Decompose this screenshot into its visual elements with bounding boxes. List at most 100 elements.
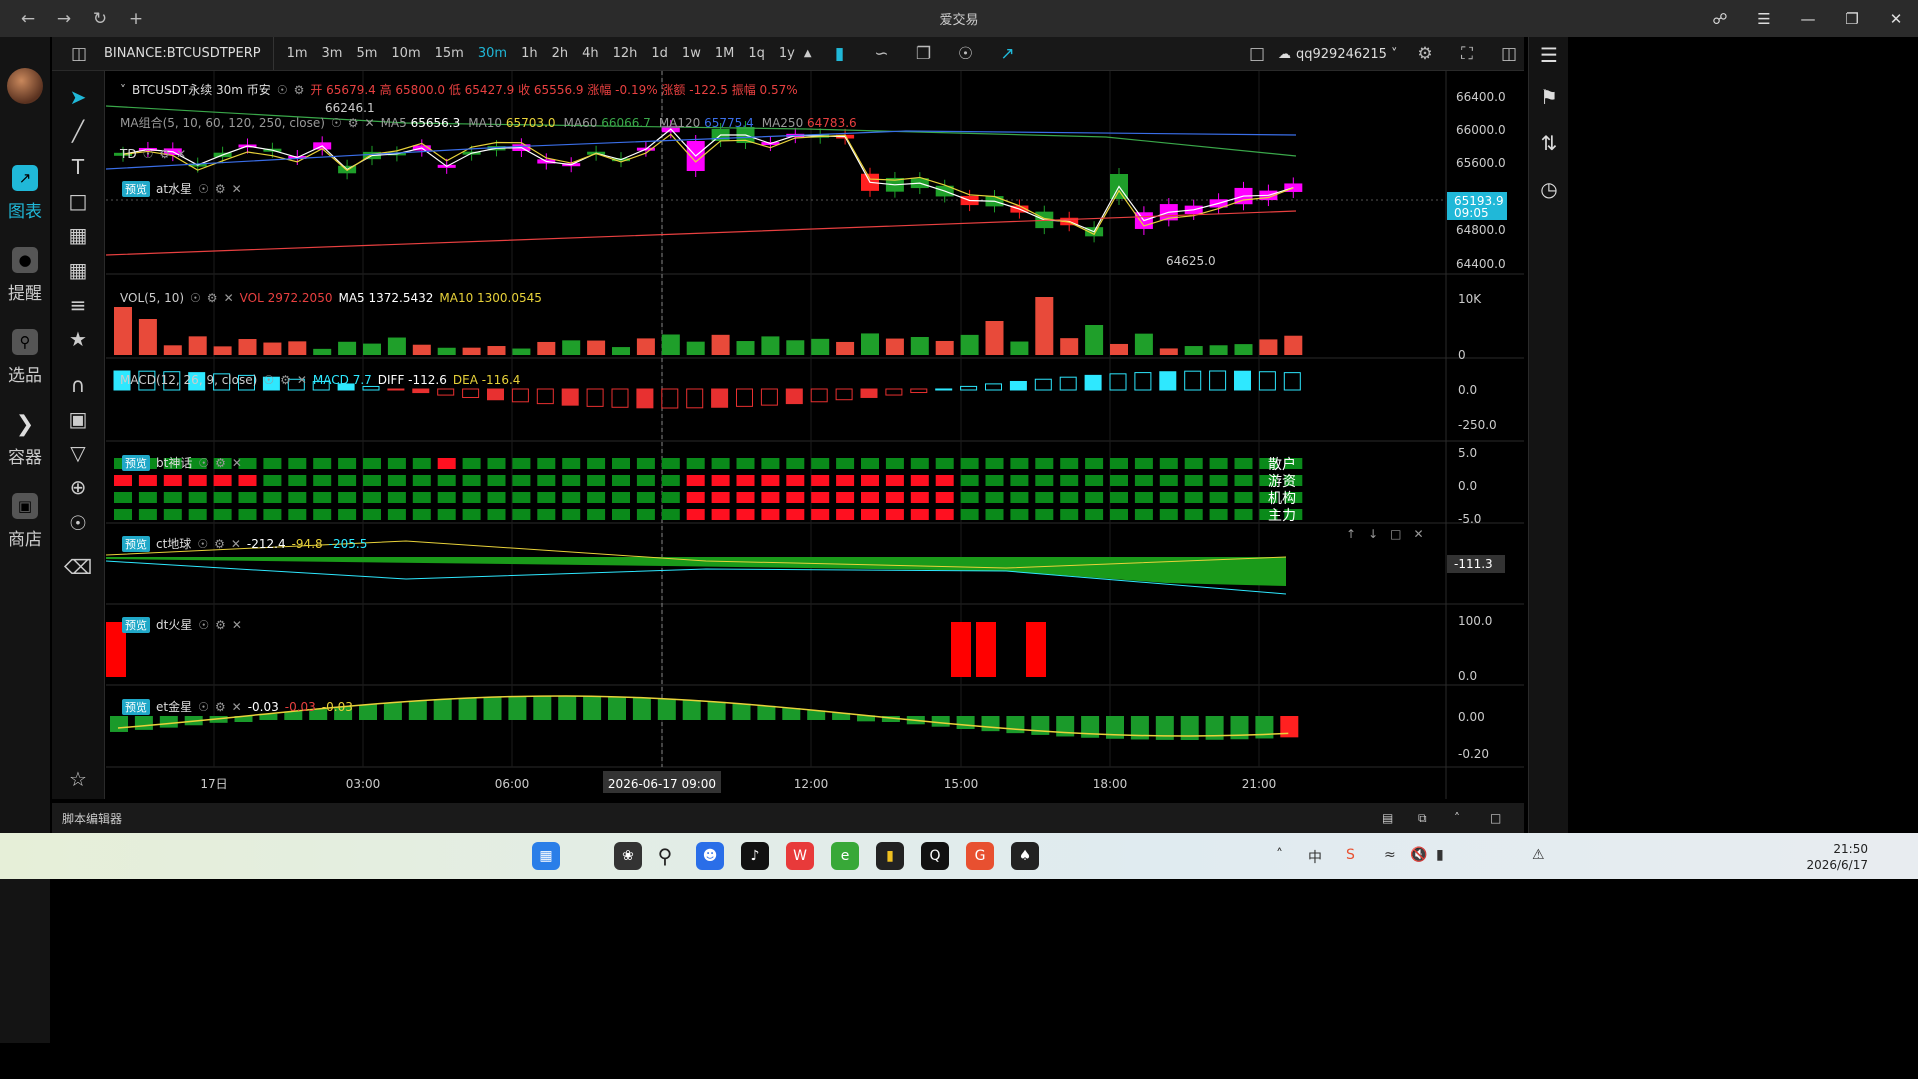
- interval-10m[interactable]: 10m: [384, 46, 427, 61]
- menu-icon[interactable]: ☰: [1742, 0, 1786, 37]
- close-pane-icon[interactable]: ✕: [1413, 527, 1423, 541]
- close-icon[interactable]: ✕: [176, 147, 186, 161]
- popout-icon[interactable]: ⧉: [1418, 811, 1427, 826]
- interval-1h[interactable]: 1h: [514, 46, 545, 61]
- maximize-pane-icon[interactable]: □: [1390, 527, 1401, 541]
- support-icon[interactable]: ☍: [1698, 0, 1742, 37]
- qq-icon[interactable]: ♠: [1011, 842, 1039, 870]
- eye-icon[interactable]: ☉: [331, 116, 342, 130]
- mute-icon[interactable]: 🔇: [1410, 847, 1427, 863]
- settings-icon[interactable]: ⚙: [215, 456, 226, 470]
- nav-chart[interactable]: ↗ 图表: [0, 165, 50, 222]
- eye-icon[interactable]: ☉: [197, 537, 208, 551]
- eye-icon[interactable]: ☉: [198, 456, 209, 470]
- close-icon[interactable]: ✕: [231, 537, 241, 551]
- trading-app-icon[interactable]: ▮: [876, 842, 904, 870]
- star-icon[interactable]: ★: [64, 325, 92, 353]
- fib-icon[interactable]: ≡: [64, 291, 92, 319]
- settings-icon[interactable]: ⚙: [348, 116, 359, 130]
- settings-icon[interactable]: ⚙: [280, 373, 291, 387]
- interval-4h[interactable]: 4h: [575, 46, 606, 61]
- settings-icon[interactable]: ⚙: [215, 182, 226, 196]
- target-icon[interactable]: ⊕: [64, 473, 92, 501]
- fullscreen-icon[interactable]: ⛶: [1453, 40, 1481, 68]
- restore-icon[interactable]: ❐: [1830, 0, 1874, 37]
- collapse-icon[interactable]: ˅: [120, 83, 126, 97]
- minimize-icon[interactable]: —: [1786, 0, 1830, 37]
- interval-1q[interactable]: 1q: [741, 46, 772, 61]
- settings-icon[interactable]: ⚙: [207, 291, 218, 305]
- interval-2h[interactable]: 2h: [545, 46, 576, 61]
- interval-1m[interactable]: 1m: [280, 46, 315, 61]
- wps-icon[interactable]: W: [786, 842, 814, 870]
- pinwheel-app-icon[interactable]: ❀: [614, 842, 642, 870]
- magnet-icon[interactable]: ∩: [64, 371, 92, 399]
- tray-chevron-icon[interactable]: ˄: [1276, 847, 1283, 863]
- system-clock[interactable]: 21:50 2026/6/17: [1806, 841, 1868, 873]
- battery-icon[interactable]: ▮: [1436, 847, 1444, 863]
- interval-5m[interactable]: 5m: [349, 46, 384, 61]
- chart-area[interactable]: 66400.0 66000.0 65600.0 64800.0 64400.0 65193…: [106, 71, 1524, 799]
- interval-1d[interactable]: 1d: [644, 46, 675, 61]
- settings-icon[interactable]: ⚙: [294, 83, 305, 97]
- close-icon[interactable]: ✕: [232, 456, 242, 470]
- save-icon[interactable]: ▤: [1382, 811, 1393, 825]
- eye-icon[interactable]: ☉: [190, 291, 201, 305]
- nav-container[interactable]: ❯ 容器: [0, 411, 50, 469]
- close-icon[interactable]: ✕: [297, 373, 307, 387]
- move-up-icon[interactable]: ↑: [1346, 527, 1356, 541]
- symbol-selector[interactable]: BINANCE:BTCUSDTPERP: [92, 37, 274, 70]
- refresh-icon[interactable]: ↻: [82, 4, 118, 34]
- candle-type-icon[interactable]: ▮: [826, 40, 854, 68]
- interval-15m[interactable]: 15m: [428, 46, 471, 61]
- interval-30m[interactable]: 30m: [471, 46, 514, 61]
- interval-3m[interactable]: 3m: [315, 46, 350, 61]
- panel-icon[interactable]: ◫: [1495, 40, 1523, 68]
- eye-icon[interactable]: ☉: [198, 618, 209, 632]
- settings-icon[interactable]: ⚙: [215, 618, 226, 632]
- filter-icon[interactable]: ▽: [64, 439, 92, 467]
- settings-icon[interactable]: ⚙: [1411, 40, 1439, 68]
- draw-icon[interactable]: ↗: [994, 40, 1022, 68]
- settings-icon[interactable]: ⚙: [214, 537, 225, 551]
- interval-dropdown-icon[interactable]: ▲: [804, 48, 812, 59]
- move-down-icon[interactable]: ↓: [1368, 527, 1378, 541]
- close-icon[interactable]: ✕: [1874, 0, 1918, 37]
- replay-icon[interactable]: ☉: [952, 40, 980, 68]
- flag-icon[interactable]: ⚑: [1535, 83, 1563, 111]
- new-tab-icon[interactable]: +: [118, 4, 154, 34]
- forward-icon[interactable]: →: [46, 4, 82, 34]
- eye-icon[interactable]: ☉: [198, 182, 209, 196]
- maximize-icon[interactable]: □: [1490, 811, 1501, 825]
- measure-icon[interactable]: ▦: [64, 221, 92, 249]
- sort-icon[interactable]: ⇅: [1535, 129, 1563, 157]
- list-icon[interactable]: ☰: [1535, 41, 1563, 69]
- ai-app-icon[interactable]: Q: [921, 842, 949, 870]
- layout-icon[interactable]: ◫: [65, 40, 93, 68]
- browser-icon[interactable]: e: [831, 842, 859, 870]
- nav-alert[interactable]: ● 提醒: [0, 247, 50, 304]
- g-app-icon[interactable]: G: [966, 842, 994, 870]
- avatar[interactable]: [7, 68, 43, 104]
- text-icon[interactable]: T: [64, 153, 92, 181]
- favorite-star-icon[interactable]: ☆: [64, 765, 92, 793]
- eye-icon[interactable]: ☉: [263, 373, 274, 387]
- chevron-up-icon[interactable]: ˄: [1454, 811, 1460, 825]
- grid-icon[interactable]: ▦: [64, 256, 92, 284]
- clock-icon[interactable]: ◷: [1535, 175, 1563, 203]
- line-icon[interactable]: ╱: [64, 117, 92, 145]
- tiktok-icon[interactable]: ♪: [741, 842, 769, 870]
- eraser-icon[interactable]: ⌫: [64, 553, 92, 581]
- close-icon[interactable]: ✕: [232, 700, 242, 714]
- chart-canvas[interactable]: 66400.066000.065600.064800.064400.065193…: [106, 71, 1524, 799]
- close-icon[interactable]: ✕: [365, 116, 375, 130]
- interval-1y[interactable]: 1y: [772, 46, 802, 61]
- hide-icon[interactable]: ☉: [64, 509, 92, 537]
- notification-icon[interactable]: ⚠: [1532, 847, 1545, 863]
- chat-app-icon[interactable]: ☻: [696, 842, 724, 870]
- close-icon[interactable]: ✕: [224, 291, 234, 305]
- nav-store[interactable]: ▣ 商店: [0, 493, 50, 550]
- back-icon[interactable]: ←: [10, 4, 46, 34]
- rectangle-icon[interactable]: □: [64, 187, 92, 215]
- interval-12h[interactable]: 12h: [606, 46, 645, 61]
